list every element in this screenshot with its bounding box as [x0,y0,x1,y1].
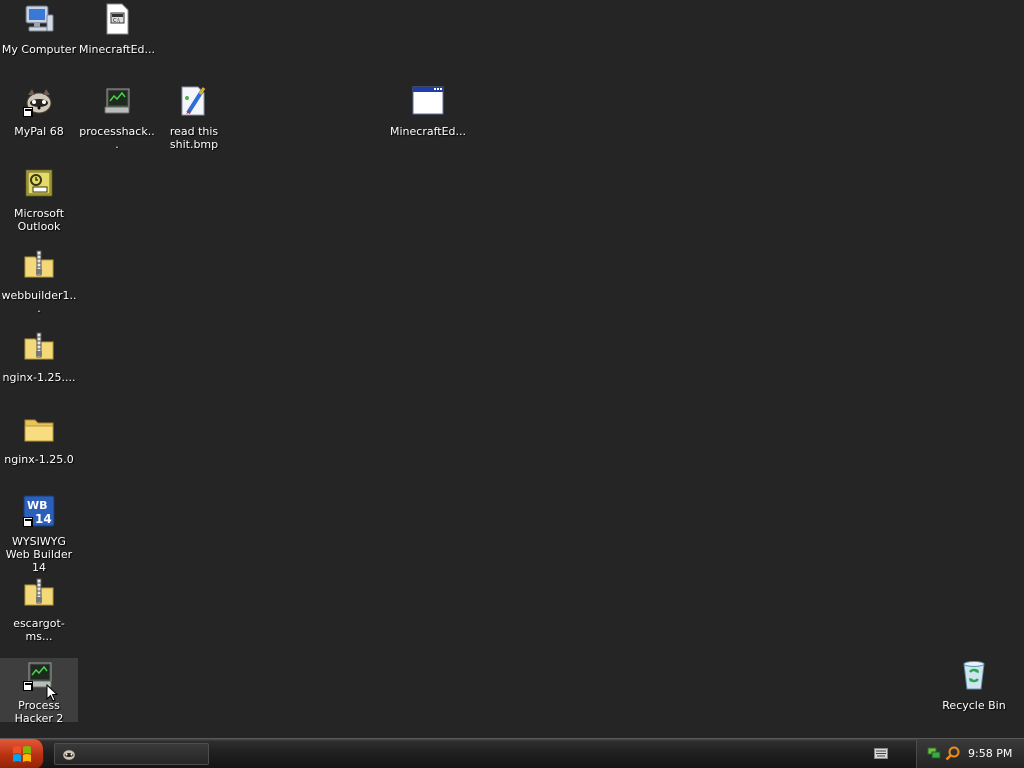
svg-text:WB: WB [27,499,48,512]
document-icon: C:\ [101,3,133,35]
start-button[interactable] [0,739,44,768]
shortcut-arrow-icon [23,681,33,691]
taskbar-button-mypal[interactable] [54,743,209,765]
icon-label: Microsoft Outlook [13,207,65,233]
windows-logo-icon [12,746,31,762]
desktop-icon-process-hacker[interactable]: Process Hacker 2 [0,658,78,725]
icon-label: MinecraftEd... [389,125,466,138]
desktop-icon-processhack-folder[interactable]: processhack... [78,84,156,151]
desktop-icon-escargot-zip[interactable]: escargot-ms... [0,576,78,643]
svg-text:14: 14 [35,512,52,526]
svg-text:C:\: C:\ [113,18,120,24]
shortcut-arrow-icon [23,107,33,117]
keyboard-icon[interactable] [874,748,888,759]
zip-folder-icon [23,249,55,281]
icon-label: nginx-1.25.... [2,371,76,384]
desktop-icon-recycle-bin[interactable]: Recycle Bin [935,658,1013,712]
shortcut-arrow-icon [23,517,33,527]
desktop-icon-read-this-bmp[interactable]: read this shit.bmp [155,84,233,151]
desktop[interactable]: My Computer C:\ MinecraftEd... MyPal 68 … [0,0,1024,738]
raccoon-browser-icon [62,749,76,761]
web-builder-icon: WB 14 [23,495,55,527]
desktop-icon-minecraft-ed-file[interactable]: C:\ MinecraftEd... [78,2,156,56]
icon-label: nginx-1.25.0 [4,453,74,466]
outlook-icon [23,167,55,199]
process-hacker-icon [101,85,133,117]
application-window-icon [412,85,444,117]
search-icon[interactable] [945,746,960,761]
icon-label: MyPal 68 [14,125,64,138]
taskbar-clock[interactable]: 9:58 PM [968,747,1012,760]
icon-label: webbuilder1... [1,289,77,315]
icon-label: Recycle Bin [942,699,1006,712]
icon-label: MinecraftEd... [78,43,155,56]
icon-label: WYSIWYG Web Builder 14 [5,535,73,574]
folder-icon [23,413,55,445]
zip-folder-icon [23,331,55,363]
raccoon-browser-icon [23,85,55,117]
icon-label: processhack... [79,125,155,151]
icon-label: My Computer [1,43,77,56]
recycle-bin-icon [958,659,990,691]
desktop-icon-microsoft-outlook[interactable]: Microsoft Outlook [0,166,78,233]
icon-label: escargot-ms... [13,617,65,643]
taskbar: 9:58 PM [0,738,1024,768]
icon-label: Process Hacker 2 [14,699,64,725]
desktop-icon-nginx-zip[interactable]: nginx-1.25.... [0,330,78,384]
icon-label: read this shit.bmp [169,125,219,151]
computer-icon [23,3,55,35]
zip-folder-icon [23,577,55,609]
desktop-icon-nginx-folder[interactable]: nginx-1.25.0 [0,412,78,466]
mouse-pointer-icon [46,684,58,702]
desktop-icon-mypal[interactable]: MyPal 68 [0,84,78,138]
desktop-icon-wysiwyg-web-builder[interactable]: WB 14 WYSIWYG Web Builder 14 [0,494,78,574]
network-icon[interactable] [927,746,941,760]
paint-bitmap-icon [178,85,210,117]
desktop-icon-my-computer[interactable]: My Computer [0,2,78,56]
desktop-icon-minecraft-ed-exe[interactable]: MinecraftEd... [389,84,467,138]
desktop-icon-webbuilder-zip[interactable]: webbuilder1... [0,248,78,315]
